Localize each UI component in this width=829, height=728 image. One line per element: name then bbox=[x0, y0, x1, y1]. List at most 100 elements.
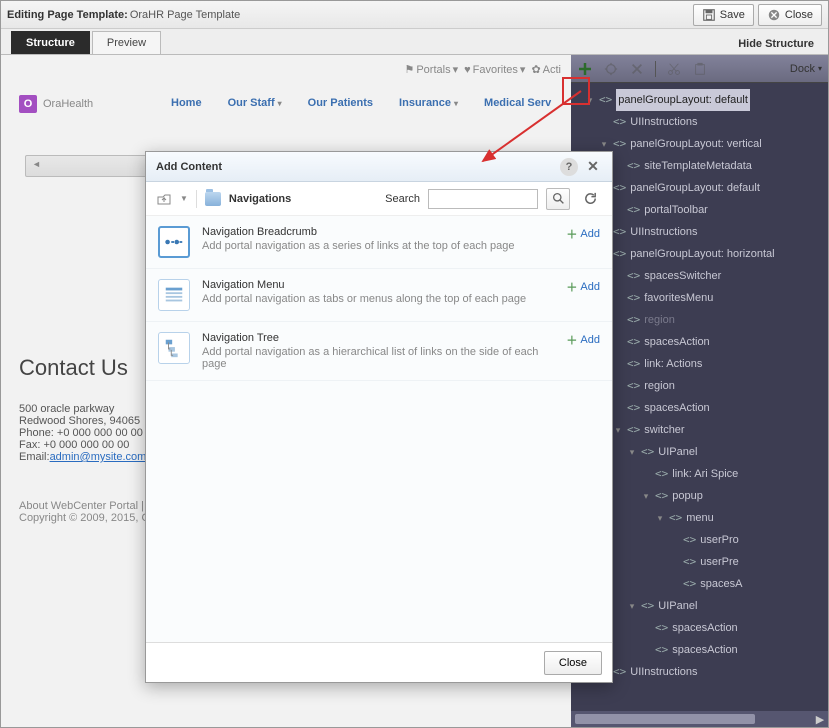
catalog-item[interactable]: Navigation BreadcrumbAdd portal navigati… bbox=[146, 216, 612, 269]
tree-node-label: siteTemplateMetadata bbox=[644, 155, 752, 177]
tree-node-label: panelGroupLayout: default bbox=[630, 177, 760, 199]
dialog-footer: Close bbox=[146, 642, 612, 682]
catalog-item-title: Navigation Menu bbox=[202, 279, 554, 291]
catalog-item[interactable]: Navigation MenuAdd portal navigation as … bbox=[146, 269, 612, 322]
tree-node-label: link: Actions bbox=[644, 353, 702, 375]
edit-tool-icon[interactable] bbox=[603, 61, 619, 77]
tree-node-label: region bbox=[644, 375, 675, 397]
tree-node-label: spacesA bbox=[700, 573, 742, 595]
portal-nav: Home Our Staff▾ Our Patients Insurance▾ … bbox=[171, 97, 551, 109]
tab-structure[interactable]: Structure bbox=[11, 31, 90, 54]
favorites-menu[interactable]: ♥Favorites▾ bbox=[464, 63, 525, 76]
nav-insurance[interactable]: Insurance▾ bbox=[399, 97, 458, 109]
actions-menu[interactable]: ✿Acti bbox=[531, 63, 561, 76]
delete-tool-icon[interactable] bbox=[629, 61, 645, 77]
tag-icon: <> bbox=[683, 529, 696, 551]
tree-toggle-icon[interactable]: ▾ bbox=[627, 441, 637, 463]
refresh-icon bbox=[583, 191, 598, 206]
save-button[interactable]: Save bbox=[693, 4, 754, 26]
brand: O OraHealth bbox=[19, 95, 93, 113]
add-link[interactable]: ＋Add bbox=[566, 226, 600, 242]
dialog-header[interactable]: Add Content ? ✕ bbox=[146, 152, 612, 182]
tab-preview[interactable]: Preview bbox=[92, 31, 161, 54]
tree-node-label: spacesAction bbox=[672, 639, 737, 661]
paste-tool-icon[interactable] bbox=[692, 61, 708, 77]
search-input[interactable] bbox=[428, 189, 538, 209]
structure-toolbar: Dock▾ bbox=[571, 55, 828, 83]
portals-menu[interactable]: ⚑Portals▾ bbox=[404, 63, 458, 76]
scrollbar-right[interactable]: ▶ bbox=[812, 711, 828, 727]
tag-icon: <> bbox=[627, 353, 640, 375]
tag-icon: <> bbox=[683, 551, 696, 573]
nav-patients[interactable]: Our Patients bbox=[308, 97, 373, 109]
nav-medserv[interactable]: Medical Serv bbox=[484, 97, 551, 109]
plus-icon: ＋ bbox=[566, 279, 577, 295]
tree-node-label: panelGroupLayout: default bbox=[616, 89, 750, 111]
topbar: Editing Page Template: OraHR Page Templa… bbox=[1, 1, 828, 29]
dock-menu[interactable]: Dock▾ bbox=[790, 63, 822, 75]
tree-node[interactable]: ▾<>panelGroupLayout: default bbox=[571, 89, 828, 111]
tag-icon: <> bbox=[627, 309, 640, 331]
catalog-item-icon bbox=[158, 226, 190, 258]
tree-toggle-icon[interactable]: ▾ bbox=[585, 89, 595, 111]
dialog-close-button[interactable]: Close bbox=[544, 651, 602, 675]
catalog-item-desc: Add portal navigation as a hierarchical … bbox=[202, 346, 554, 370]
tag-icon: <> bbox=[627, 397, 640, 419]
add-link[interactable]: ＋Add bbox=[566, 279, 600, 295]
catalog-item[interactable]: Navigation TreeAdd portal navigation as … bbox=[146, 322, 612, 381]
cut-tool-icon[interactable] bbox=[666, 61, 682, 77]
tree-node-label: spacesAction bbox=[672, 617, 737, 639]
tree-node-label: link: Ari Spice bbox=[672, 463, 738, 485]
scrollbar-thumb[interactable] bbox=[575, 714, 755, 724]
nav-home[interactable]: Home bbox=[171, 97, 202, 109]
tree-node-label: spacesAction bbox=[644, 331, 709, 353]
tag-icon: <> bbox=[669, 507, 682, 529]
tree-node-label: UIPanel bbox=[658, 441, 697, 463]
breadcrumb-dropdown-icon[interactable]: ▼ bbox=[180, 194, 188, 203]
catalog-item-icon bbox=[158, 332, 190, 364]
tree-node[interactable]: <>UIInstructions bbox=[571, 111, 828, 133]
catalog-item-desc: Add portal navigation as a series of lin… bbox=[202, 240, 554, 252]
about-line1: About WebCenter Portal | bbox=[19, 500, 150, 512]
up-folder-icon[interactable] bbox=[156, 191, 172, 207]
tag-icon: <> bbox=[655, 617, 668, 639]
tag-icon: <> bbox=[599, 89, 612, 111]
brand-logo: O bbox=[19, 95, 37, 113]
tag-icon: <> bbox=[655, 485, 668, 507]
tree-toggle-icon[interactable]: ▾ bbox=[641, 485, 651, 507]
breadcrumb[interactable]: Navigations bbox=[229, 193, 291, 205]
help-icon[interactable]: ? bbox=[560, 158, 578, 176]
folder-icon bbox=[205, 192, 221, 206]
tree-node-label: spacesAction bbox=[644, 397, 709, 419]
tree-node-label: userPre bbox=[700, 551, 739, 573]
tree-node-label: favoritesMenu bbox=[644, 287, 713, 309]
tree-toggle-icon[interactable]: ▾ bbox=[627, 595, 637, 617]
contact-email[interactable]: admin@mysite.com bbox=[50, 451, 147, 463]
tree-node-label: userPro bbox=[700, 529, 739, 551]
dialog-close-icon[interactable]: ✕ bbox=[584, 158, 602, 176]
close-button[interactable]: Close bbox=[758, 4, 822, 26]
plus-icon: ＋ bbox=[566, 226, 577, 242]
add-content-dialog: Add Content ? ✕ ▼ Navigations Search Nav… bbox=[145, 151, 613, 683]
tag-icon: <> bbox=[613, 661, 626, 683]
tree-toggle-icon[interactable]: ▾ bbox=[613, 419, 623, 441]
add-link[interactable]: ＋Add bbox=[566, 332, 600, 348]
dialog-body: Navigation BreadcrumbAdd portal navigati… bbox=[146, 216, 612, 642]
tree-node-label: panelGroupLayout: horizontal bbox=[630, 243, 774, 265]
tag-icon: <> bbox=[613, 221, 626, 243]
about-line2: Copyright © 2009, 2015, O bbox=[19, 512, 150, 524]
close-x-icon bbox=[767, 8, 781, 22]
dialog-title: Add Content bbox=[156, 161, 222, 173]
tag-icon: <> bbox=[655, 463, 668, 485]
save-icon bbox=[702, 8, 716, 22]
hide-structure-link[interactable]: Hide Structure bbox=[734, 34, 818, 54]
contact-fax: +0 000 000 00 00 bbox=[43, 439, 129, 451]
search-button[interactable] bbox=[546, 188, 570, 210]
tree-node-label: UIPanel bbox=[658, 595, 697, 617]
search-label: Search bbox=[385, 193, 420, 205]
add-content-button[interactable] bbox=[577, 61, 593, 77]
nav-staff[interactable]: Our Staff▾ bbox=[228, 97, 282, 109]
refresh-button[interactable] bbox=[578, 188, 602, 210]
tree-toggle-icon[interactable]: ▾ bbox=[655, 507, 665, 529]
structure-hscroll[interactable]: ▶ bbox=[571, 711, 828, 727]
